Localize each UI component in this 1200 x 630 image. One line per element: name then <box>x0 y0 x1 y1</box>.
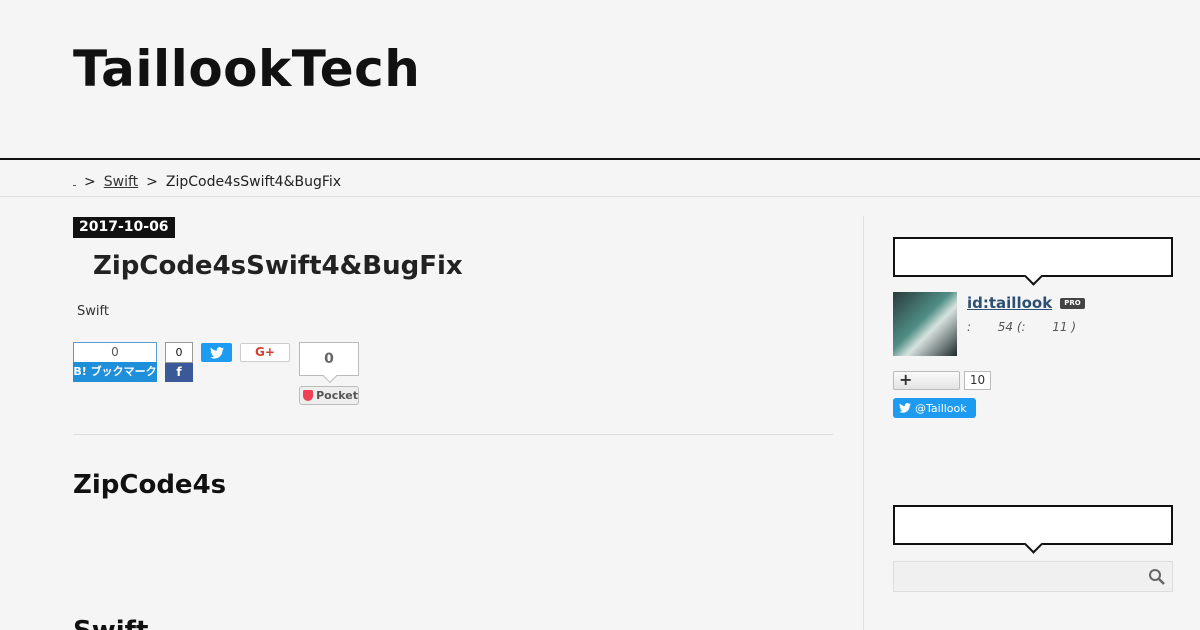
twitter-follow-label: @Taillook <box>915 401 967 415</box>
search-icon[interactable] <box>1148 568 1166 586</box>
follow-button[interactable]: + <box>893 371 960 390</box>
twitter-follow-button[interactable]: @Taillook <box>893 398 976 418</box>
twitter-icon <box>899 403 911 413</box>
pocket-count: 0 <box>299 342 359 376</box>
profile-module-header <box>893 237 1173 277</box>
entry-divider <box>73 434 833 435</box>
follower-count: 10 <box>964 371 991 390</box>
breadcrumb-separator: > <box>146 174 158 190</box>
facebook-share-count: 0 <box>165 342 193 363</box>
section-heading-zipcode4s: ZipCode4s <box>73 470 227 500</box>
plus-icon: + <box>899 370 913 389</box>
section-heading-swift: Swift <box>73 616 148 630</box>
entry-category-tag[interactable]: Swift <box>77 304 109 319</box>
profile-stats: : 54 (: 11 ) <box>967 320 1077 334</box>
site-title[interactable]: TaillookTech <box>73 40 420 98</box>
header-divider <box>0 158 1200 160</box>
pocket-button[interactable]: Pocket <box>299 386 359 405</box>
hatena-bookmark-count: 0 <box>73 342 157 362</box>
facebook-icon: f <box>165 363 193 382</box>
sidebar-divider <box>863 216 864 630</box>
twitter-icon <box>209 346 224 359</box>
pocket-save-button[interactable]: 0 Pocket <box>299 342 359 405</box>
facebook-share-button[interactable]: 0 f <box>165 342 193 382</box>
breadcrumb-separator: > <box>84 174 96 190</box>
entry-title[interactable]: ZipCode4sSwift4&BugFix <box>93 251 463 281</box>
search-input[interactable] <box>894 562 1172 591</box>
pro-badge: PRO <box>1060 298 1085 309</box>
search-module-header <box>893 505 1173 545</box>
hatena-bookmark-button[interactable]: 0 B! ブックマーク <box>73 342 157 382</box>
hatena-bookmark-label: B! ブックマーク <box>73 362 157 382</box>
pocket-icon <box>303 390 314 401</box>
profile-id-link[interactable]: id:taillook <box>967 294 1052 312</box>
breadcrumb: > Swift > ZipCode4sSwift4&BugFix <box>73 174 341 190</box>
entry-date[interactable]: 2017-10-06 <box>73 217 175 238</box>
avatar[interactable] <box>893 292 957 356</box>
breadcrumb-category-link[interactable]: Swift <box>104 174 138 190</box>
breadcrumb-home-link[interactable] <box>73 176 76 186</box>
search-box <box>893 561 1173 592</box>
breadcrumb-divider <box>0 196 1200 197</box>
pocket-label: Pocket <box>316 389 358 402</box>
twitter-share-button[interactable] <box>201 343 232 362</box>
breadcrumb-current: ZipCode4sSwift4&BugFix <box>165 174 342 190</box>
google-plus-share-button[interactable]: G+ <box>240 343 290 362</box>
